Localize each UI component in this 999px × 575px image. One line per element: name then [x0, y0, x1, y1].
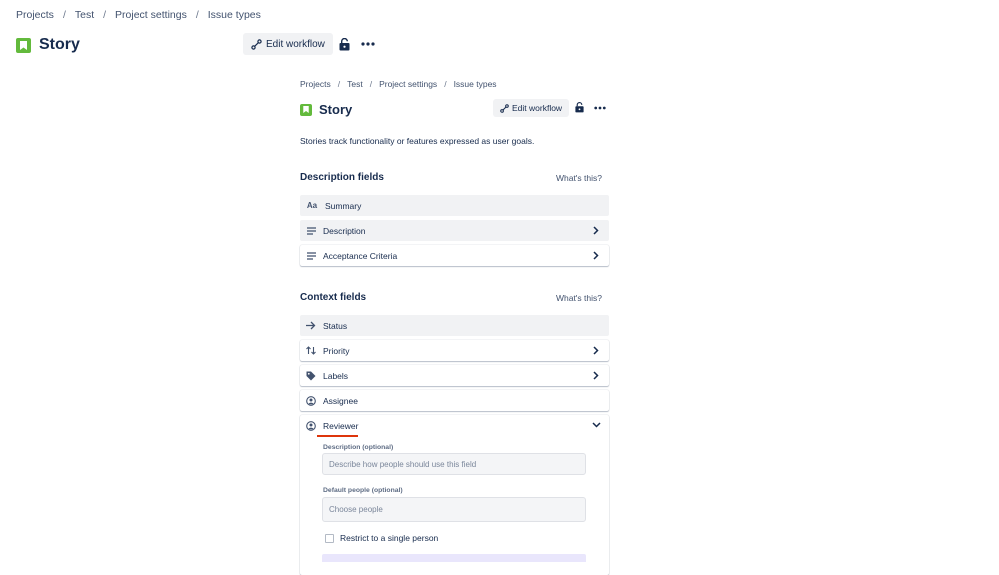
breadcrumb-issue-types[interactable]: Issue types [208, 9, 261, 21]
description-optional-label: Description (optional) [323, 444, 394, 451]
breadcrumb-projects[interactable]: Projects [16, 9, 54, 21]
inner-breadcrumb: Projects / Test / Project settings / Iss… [300, 79, 497, 89]
inner-lock-icon[interactable] [573, 101, 585, 114]
breadcrumb-separator: / [444, 79, 447, 89]
field-label: Reviewer [323, 420, 359, 431]
page-title: Story [39, 36, 80, 53]
chevron-right-icon[interactable] [591, 370, 601, 380]
context-fields-title: Context fields [300, 292, 367, 303]
field-row-reviewer[interactable]: Reviewer [300, 415, 609, 436]
chevron-right-icon[interactable] [591, 250, 601, 260]
breadcrumb-projects[interactable]: Projects [300, 79, 331, 89]
person-icon [306, 420, 316, 431]
lines-icon [306, 251, 316, 261]
breadcrumb-separator: / [337, 79, 341, 89]
lock-icon[interactable] [337, 36, 351, 52]
field-label: Assignee [323, 395, 358, 406]
default-people-label: Default people (optional) [323, 487, 403, 494]
restrict-checkbox[interactable] [325, 533, 334, 543]
field-row-assignee[interactable]: Assignee [300, 390, 609, 411]
field-row-description[interactable]: Description [300, 220, 609, 241]
issue-type-description: Stories track functionality or features … [300, 136, 535, 146]
breadcrumb-issue-types[interactable]: Issue types [454, 79, 497, 89]
reviewer-description-input[interactable]: Describe how people should use this fiel… [322, 453, 586, 475]
field-row-summary[interactable]: Aa Summary [300, 195, 609, 216]
default-people-select[interactable]: Choose people [322, 497, 586, 522]
workflow-icon [251, 38, 262, 50]
placeholder-text: Describe how people should use this fiel… [329, 459, 477, 469]
chevron-right-icon[interactable] [591, 345, 601, 355]
submit-button[interactable] [322, 554, 586, 562]
inner-page-title: Story [319, 102, 353, 117]
breadcrumb-separator: / [369, 79, 373, 89]
chevron-down-icon[interactable] [591, 420, 601, 430]
breadcrumb: Projects / Test / Project settings / Iss… [16, 9, 261, 21]
field-label: Status [323, 320, 348, 331]
field-row-status[interactable]: Status [300, 315, 609, 336]
tag-icon [306, 371, 316, 381]
bookmark-icon [16, 37, 31, 53]
field-row-priority[interactable]: Priority [300, 340, 609, 361]
chevron-right-icon[interactable] [591, 225, 601, 235]
breadcrumb-test[interactable]: Test [347, 79, 363, 89]
breadcrumb-separator: / [62, 9, 66, 21]
field-label: Acceptance Criteria [323, 250, 398, 261]
more-icon[interactable] [360, 38, 376, 50]
description-fields-header: Description fields What's this? [300, 172, 602, 183]
edit-workflow-label: Edit workflow [266, 38, 325, 50]
inner-more-icon[interactable] [593, 103, 606, 113]
bookmark-icon [300, 103, 312, 116]
lines-icon [306, 226, 316, 236]
breadcrumb-project-settings[interactable]: Project settings [115, 9, 187, 21]
field-label: Summary [325, 200, 362, 211]
person-icon [306, 395, 316, 406]
reviewer-field-card [300, 415, 609, 575]
workflow-icon [500, 103, 509, 113]
breadcrumb-test[interactable]: Test [75, 9, 94, 21]
breadcrumb-separator: / [195, 9, 199, 21]
field-label: Priority [323, 345, 350, 356]
swap-icon [306, 346, 316, 356]
inner-page-header: Story [300, 102, 352, 117]
placeholder-text: Choose people [329, 505, 383, 514]
field-row-acceptance-criteria[interactable]: Acceptance Criteria [300, 245, 609, 266]
description-fields-help-link[interactable]: What's this? [556, 173, 602, 183]
field-row-labels[interactable]: Labels [300, 365, 609, 386]
text-format-icon: Aa [306, 201, 318, 210]
field-label: Labels [323, 370, 349, 381]
edit-workflow-button[interactable]: Edit workflow [243, 33, 333, 55]
edit-workflow-label: Edit workflow [512, 103, 563, 113]
breadcrumb-project-settings[interactable]: Project settings [379, 79, 437, 89]
restrict-label: Restrict to a single person [340, 533, 439, 543]
description-fields-title: Description fields [300, 172, 384, 183]
context-fields-help-link[interactable]: What's this? [556, 293, 602, 303]
page-header: Story [16, 36, 80, 54]
context-fields-header: Context fields What's this? [300, 292, 602, 303]
active-underline [317, 435, 358, 437]
field-label: Description [323, 225, 366, 236]
restrict-single-person-option: Restrict to a single person [325, 533, 438, 543]
arrow-right-icon [306, 321, 316, 331]
inner-edit-workflow-button[interactable]: Edit workflow [493, 99, 570, 117]
breadcrumb-separator: / [103, 9, 107, 21]
